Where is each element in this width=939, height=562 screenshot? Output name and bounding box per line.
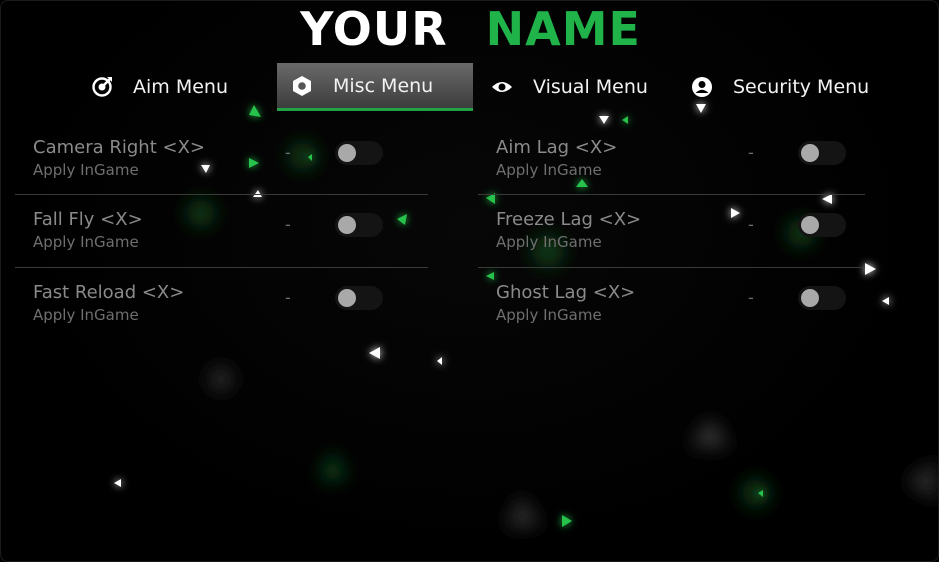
- tab-label: Visual Menu: [533, 76, 648, 98]
- option-row: Ghost Lag <X> Apply InGame -: [478, 274, 868, 340]
- option-separator: -: [748, 288, 754, 307]
- toggle-switch[interactable]: [335, 213, 383, 237]
- option-row: Camera Right <X> Apply InGame -: [15, 129, 429, 195]
- option-subtitle: Apply InGame: [33, 306, 139, 324]
- tab-label: Security Menu: [733, 76, 870, 98]
- tab-security-menu[interactable]: Security Menu: [677, 63, 887, 111]
- app-window: YOUR NAME Aim Menu Misc Menu Visual Menu…: [0, 0, 939, 562]
- option-name: Aim Lag <X>: [496, 137, 618, 158]
- divider: [15, 267, 428, 268]
- toggle-switch[interactable]: [335, 286, 383, 310]
- option-name: Fall Fly <X>: [33, 209, 143, 230]
- option-subtitle: Apply InGame: [33, 161, 139, 179]
- tab-aim-menu[interactable]: Aim Menu: [77, 63, 267, 111]
- toggle-switch[interactable]: [335, 141, 383, 165]
- option-name: Camera Right <X>: [33, 137, 205, 158]
- toggle-knob: [338, 216, 356, 234]
- tab-label: Aim Menu: [133, 76, 228, 98]
- divider: [478, 267, 865, 268]
- menu-tabs: Aim Menu Misc Menu Visual Menu Security …: [1, 63, 938, 113]
- option-name: Fast Reload <X>: [33, 282, 185, 303]
- option-name: Freeze Lag <X>: [496, 209, 642, 230]
- title-part-2: NAME: [485, 2, 641, 56]
- tab-misc-menu[interactable]: Misc Menu: [277, 63, 473, 111]
- option-subtitle: Apply InGame: [496, 161, 602, 179]
- option-name: Ghost Lag <X>: [496, 282, 636, 303]
- option-separator: -: [285, 215, 291, 234]
- option-separator: -: [285, 288, 291, 307]
- toggle-switch[interactable]: [798, 286, 846, 310]
- toggle-knob: [338, 289, 356, 307]
- divider: [15, 194, 428, 195]
- toggle-knob: [801, 289, 819, 307]
- option-row: Fall Fly <X> Apply InGame -: [15, 201, 429, 267]
- toggle-switch[interactable]: [798, 141, 846, 165]
- option-subtitle: Apply InGame: [496, 233, 602, 251]
- option-row: Aim Lag <X> Apply InGame -: [478, 129, 868, 195]
- option-row: Fast Reload <X> Apply InGame -: [15, 274, 429, 340]
- eye-icon: [491, 76, 513, 98]
- tab-label: Misc Menu: [333, 74, 434, 97]
- target-icon: [91, 76, 113, 98]
- divider: [478, 194, 865, 195]
- option-subtitle: Apply InGame: [33, 233, 139, 251]
- toggle-knob: [338, 144, 356, 162]
- option-subtitle: Apply InGame: [496, 306, 602, 324]
- hexagon-icon: [291, 75, 313, 97]
- title-part-1: YOUR: [300, 2, 448, 56]
- option-separator: -: [285, 143, 291, 162]
- toggle-knob: [801, 216, 819, 234]
- user-icon: [691, 76, 713, 98]
- option-separator: -: [748, 215, 754, 234]
- option-separator: -: [748, 143, 754, 162]
- toggle-knob: [801, 144, 819, 162]
- tab-visual-menu[interactable]: Visual Menu: [477, 63, 667, 111]
- toggle-switch[interactable]: [798, 213, 846, 237]
- option-row: Freeze Lag <X> Apply InGame -: [478, 201, 868, 267]
- app-title: YOUR NAME: [1, 2, 938, 56]
